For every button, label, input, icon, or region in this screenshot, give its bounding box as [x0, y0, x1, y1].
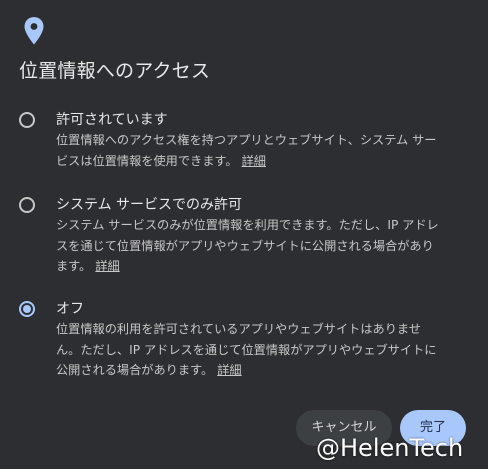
learn-more-link[interactable]: 詳細	[217, 363, 241, 377]
description-line: システム サービスのみが位置情報を利用できます。ただし、IP アドレ	[56, 218, 439, 232]
option-label: 許可されています	[56, 112, 168, 128]
done-button[interactable]: 完了	[400, 410, 466, 446]
dialog-title: 位置情報へのアクセス	[19, 60, 211, 82]
learn-more-link[interactable]: 詳細	[95, 259, 119, 273]
description-line: ん。ただし、IP アドレスを通じて位置情報がアプリやウェブサイトに	[56, 342, 437, 357]
location-pin-icon	[24, 17, 44, 45]
radio-off[interactable]	[19, 301, 35, 317]
radio-system-only[interactable]	[19, 197, 35, 213]
option-description: システム サービスのみが位置情報を利用できます。ただし、IP アドレ スを通じて…	[56, 215, 470, 277]
option-label: オフ	[56, 301, 84, 317]
description-line: 位置情報へのアクセス権を持つアプリとウェブサイト、システム サー	[56, 133, 437, 147]
learn-more-link[interactable]: 詳細	[242, 154, 266, 168]
description-line: 位置情報の利用を許可されているアプリやウェブサイトはありませ	[56, 322, 421, 336]
option-description: 位置情報へのアクセス権を持つアプリとウェブサイト、システム サー ビスは位置情報…	[56, 130, 470, 171]
description-line: ます。 詳細	[56, 259, 120, 273]
description-line: スを通じて位置情報がアプリやウェブサイトに公開される場合があり	[56, 238, 434, 253]
radio-allowed[interactable]	[19, 112, 35, 128]
location-access-dialog: 位置情報へのアクセス 許可されています 位置情報へのアクセス権を持つアプリとウェ…	[0, 0, 488, 469]
cancel-button[interactable]: キャンセル	[296, 410, 392, 446]
description-line: ビスは位置情報を使用できます。 詳細	[56, 153, 266, 168]
description-line: 公開される場合があります。 詳細	[56, 363, 242, 377]
option-description: 位置情報の利用を許可されているアプリやウェブサイトはありませ ん。ただし、IP …	[56, 319, 470, 381]
option-label: システム サービスでのみ許可	[56, 197, 243, 213]
